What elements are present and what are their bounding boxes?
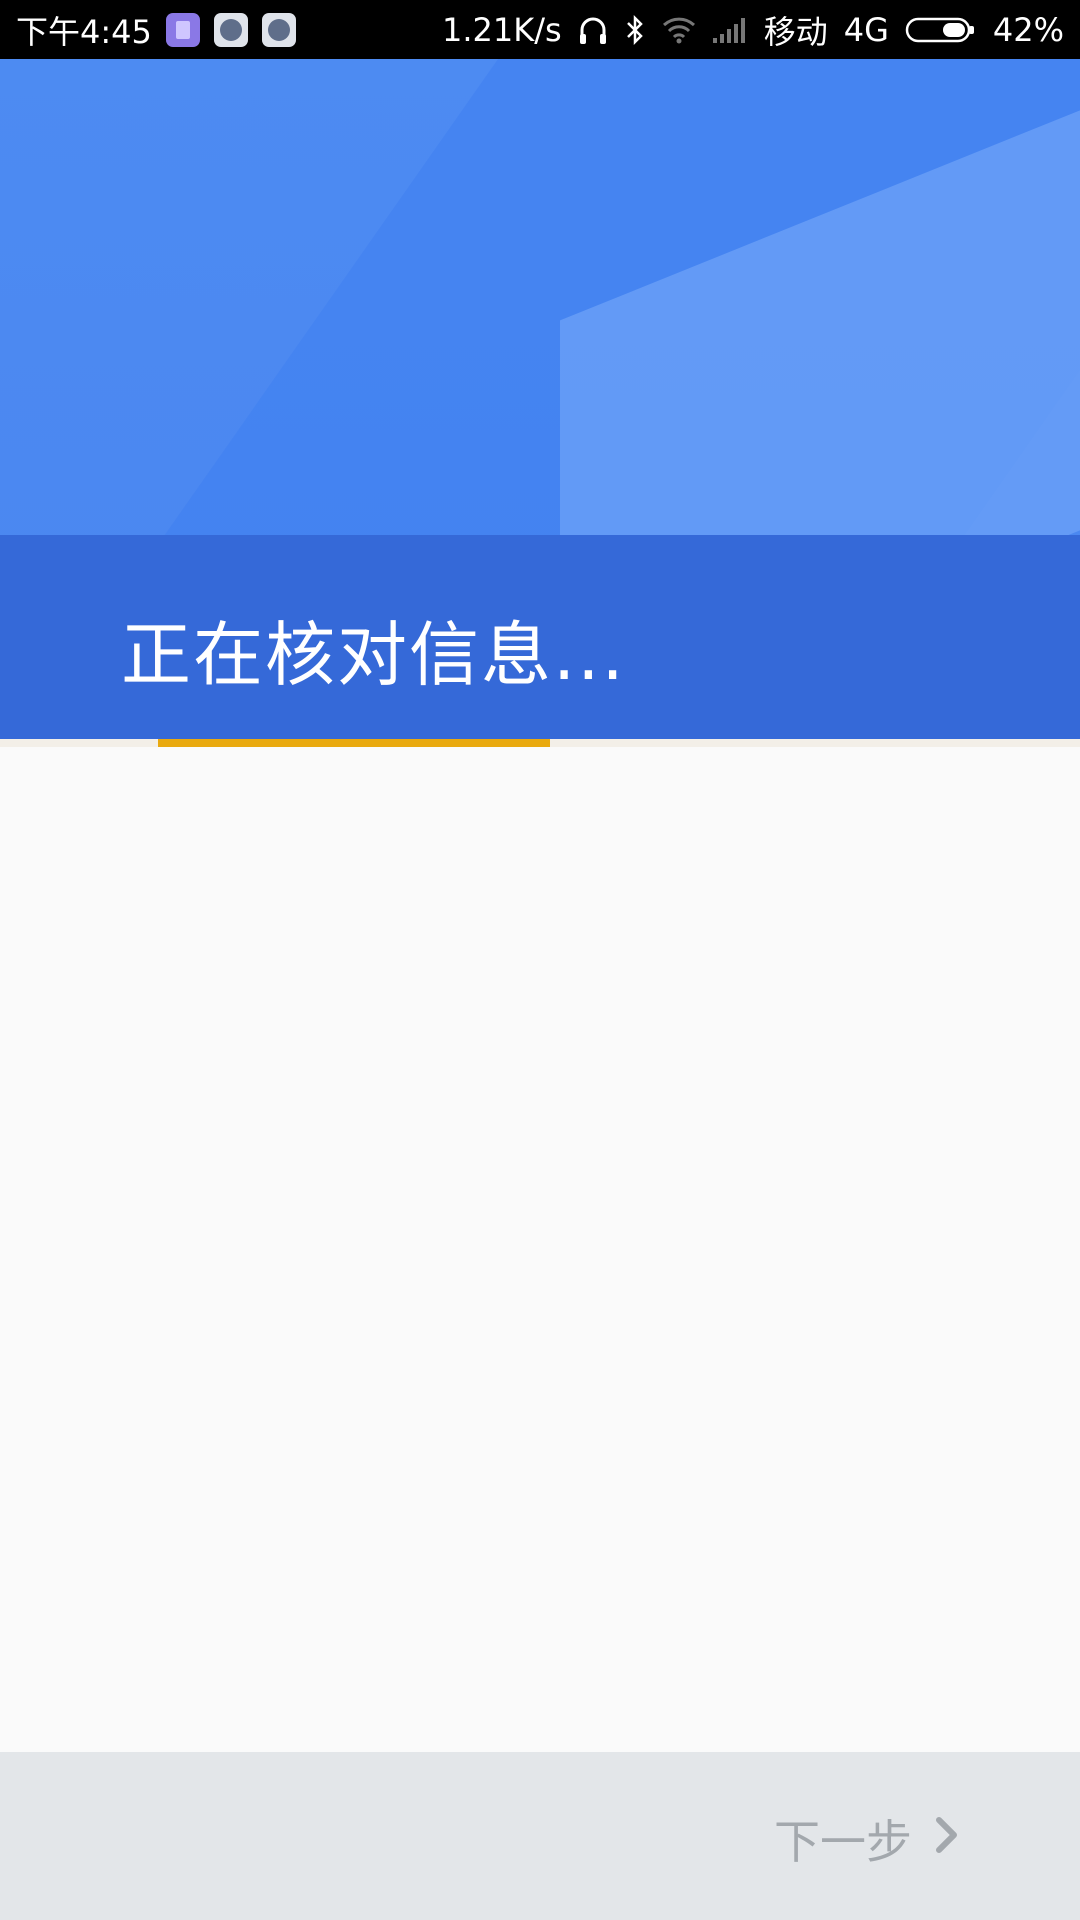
next-button-label: 下一步 [774, 1815, 912, 1869]
progress-indicator [158, 739, 550, 747]
bluetooth-icon [624, 14, 646, 46]
content-area [0, 747, 1080, 1752]
next-button[interactable]: 下一步 [774, 1806, 960, 1872]
signal-icon [712, 16, 748, 44]
header-banner: 正在核对信息... [0, 59, 1080, 739]
network-speed: 1.21K/s [442, 10, 562, 49]
carrier-label: 移动 [763, 12, 828, 51]
headphones-icon [578, 14, 608, 46]
chevron-right-icon [934, 1812, 960, 1866]
network-type: 4G [843, 10, 889, 49]
wifi-icon [662, 15, 696, 45]
app-notification-icon [165, 12, 200, 47]
page-title: 正在核对信息... [121, 614, 626, 696]
telegram-icon [213, 12, 248, 47]
status-time: 下午4:45 [16, 12, 152, 51]
bottom-bar: 下一步 [0, 1752, 1080, 1920]
telegram-icon [261, 12, 296, 47]
battery-level: 42% [992, 10, 1064, 49]
status-bar: 下午4:45 1.21K/s 移动 4G 42% [0, 0, 1080, 59]
battery-icon [905, 16, 977, 44]
